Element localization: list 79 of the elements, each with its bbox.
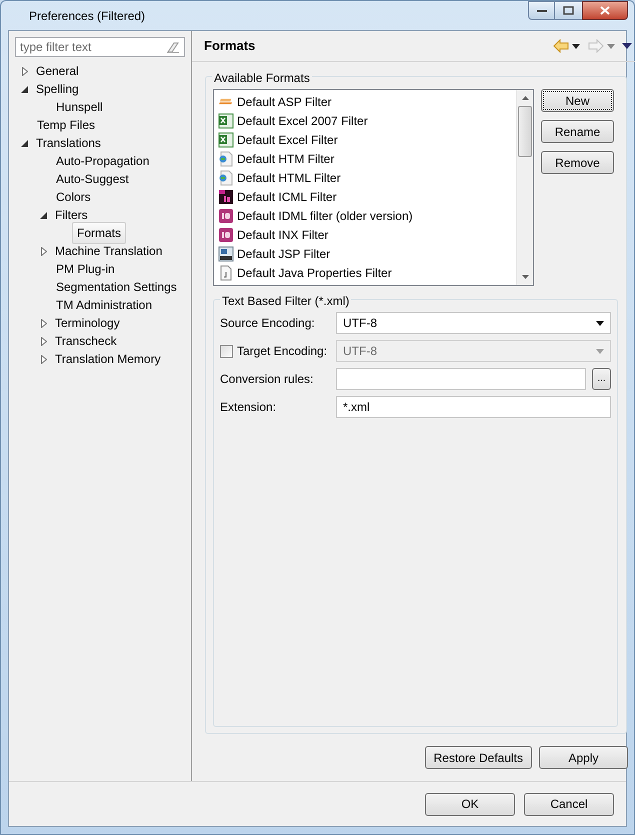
filter-field[interactable]: type filter text bbox=[15, 37, 185, 57]
expand-icon[interactable] bbox=[20, 66, 29, 76]
document-icon bbox=[218, 188, 234, 204]
encoding-dropdown[interactable]: UTF-8 bbox=[336, 312, 611, 334]
spreadsheet-icon bbox=[218, 132, 234, 148]
tree-item[interactable]: General bbox=[33, 62, 82, 80]
indesign-icon bbox=[218, 208, 234, 224]
tree-item[interactable]: Formats bbox=[72, 222, 126, 244]
scrollbar[interactable] bbox=[516, 90, 533, 285]
field-label: Conversion rules: bbox=[220, 371, 314, 388]
collapse-icon[interactable] bbox=[20, 138, 29, 148]
field-label: Target Encoding: bbox=[237, 343, 328, 360]
list-button[interactable]: Rename bbox=[541, 120, 614, 143]
scroll-thumb[interactable] bbox=[518, 106, 532, 157]
tree-item[interactable]: Terminology bbox=[52, 314, 123, 332]
dropdown-icon bbox=[596, 320, 604, 326]
expand-icon[interactable] bbox=[39, 318, 48, 328]
tree-item[interactable]: Translations bbox=[33, 134, 104, 152]
page-button[interactable]: Apply bbox=[539, 746, 628, 769]
tree-item[interactable]: Auto-Suggest bbox=[53, 170, 132, 188]
minimize-icon bbox=[536, 8, 546, 12]
tree-item[interactable]: Translation Memory bbox=[52, 350, 164, 368]
tree-item[interactable]: Temp Files bbox=[34, 116, 98, 134]
menu-icon[interactable] bbox=[622, 43, 632, 49]
format-item[interactable]: Default ASP Filter bbox=[237, 92, 332, 110]
tree-item[interactable]: TM Administration bbox=[53, 296, 156, 314]
tree-item[interactable]: Segmentation Settings bbox=[53, 278, 180, 296]
dropdown-icon bbox=[596, 348, 604, 354]
list-button[interactable]: New bbox=[541, 89, 614, 112]
window-title: Preferences (Filtered) bbox=[29, 8, 146, 24]
scroll-up-icon[interactable] bbox=[522, 96, 528, 100]
collapse-icon[interactable] bbox=[20, 84, 29, 94]
field-label: Source Encoding: bbox=[220, 315, 315, 332]
format-item[interactable]: Default IDML filter (older version) bbox=[237, 206, 413, 224]
text-field[interactable]: *.xml bbox=[336, 396, 611, 418]
page-button[interactable]: Restore Defaults bbox=[424, 746, 532, 769]
tree-item[interactable]: Machine Translation bbox=[52, 242, 166, 260]
forward-icon bbox=[588, 39, 604, 53]
asp-icon bbox=[218, 98, 234, 105]
format-item[interactable]: Default Excel 2007 Filter bbox=[237, 112, 368, 130]
jsp-icon bbox=[218, 246, 234, 262]
tree-item[interactable]: Transcheck bbox=[52, 332, 120, 350]
eraser-icon[interactable] bbox=[166, 41, 180, 53]
maximize-button[interactable] bbox=[555, 1, 582, 20]
page-title: Formats bbox=[204, 37, 256, 56]
format-item[interactable]: Default ICML Filter bbox=[237, 188, 337, 206]
spreadsheet-icon bbox=[218, 112, 234, 128]
close-button[interactable] bbox=[582, 1, 628, 20]
close-icon bbox=[600, 6, 610, 15]
format-item[interactable]: Default HTML Filter bbox=[237, 168, 341, 186]
format-item[interactable]: Default HTM Filter bbox=[237, 150, 334, 168]
maximize-icon bbox=[563, 6, 574, 15]
expand-icon[interactable] bbox=[39, 354, 48, 364]
tree-item[interactable]: Colors bbox=[53, 188, 94, 206]
list-button[interactable]: Remove bbox=[541, 151, 614, 174]
dropdown-icon[interactable] bbox=[572, 44, 580, 48]
format-item[interactable]: Default JSP Filter bbox=[237, 244, 330, 262]
tree-item[interactable]: PM Plug-in bbox=[53, 260, 118, 278]
tree-item[interactable]: Filters bbox=[52, 206, 91, 224]
tree-item[interactable]: Hunspell bbox=[53, 98, 106, 116]
format-item[interactable]: Default Excel Filter bbox=[237, 130, 338, 148]
dialog-button[interactable]: Cancel bbox=[524, 792, 614, 816]
dialog-button[interactable]: OK bbox=[425, 792, 515, 816]
collapse-icon[interactable] bbox=[39, 210, 48, 220]
expand-icon[interactable] bbox=[39, 336, 48, 346]
indesign-icon bbox=[218, 226, 234, 242]
tree-item[interactable]: Auto-Propagation bbox=[53, 152, 152, 170]
browse-button[interactable]: ... bbox=[592, 368, 611, 390]
web-page-icon bbox=[218, 150, 234, 166]
format-item[interactable]: Default INX Filter bbox=[237, 226, 328, 244]
file-icon bbox=[218, 264, 234, 280]
format-item[interactable]: Default Java Properties Filter bbox=[237, 264, 392, 282]
web-page-icon bbox=[218, 170, 234, 186]
tree-item[interactable]: Spelling bbox=[33, 80, 82, 98]
scroll-down-icon[interactable] bbox=[522, 275, 528, 279]
expand-icon[interactable] bbox=[39, 246, 48, 256]
field-label: Extension: bbox=[220, 399, 276, 416]
dropdown-icon bbox=[607, 44, 615, 48]
minimize-button[interactable] bbox=[528, 1, 555, 20]
